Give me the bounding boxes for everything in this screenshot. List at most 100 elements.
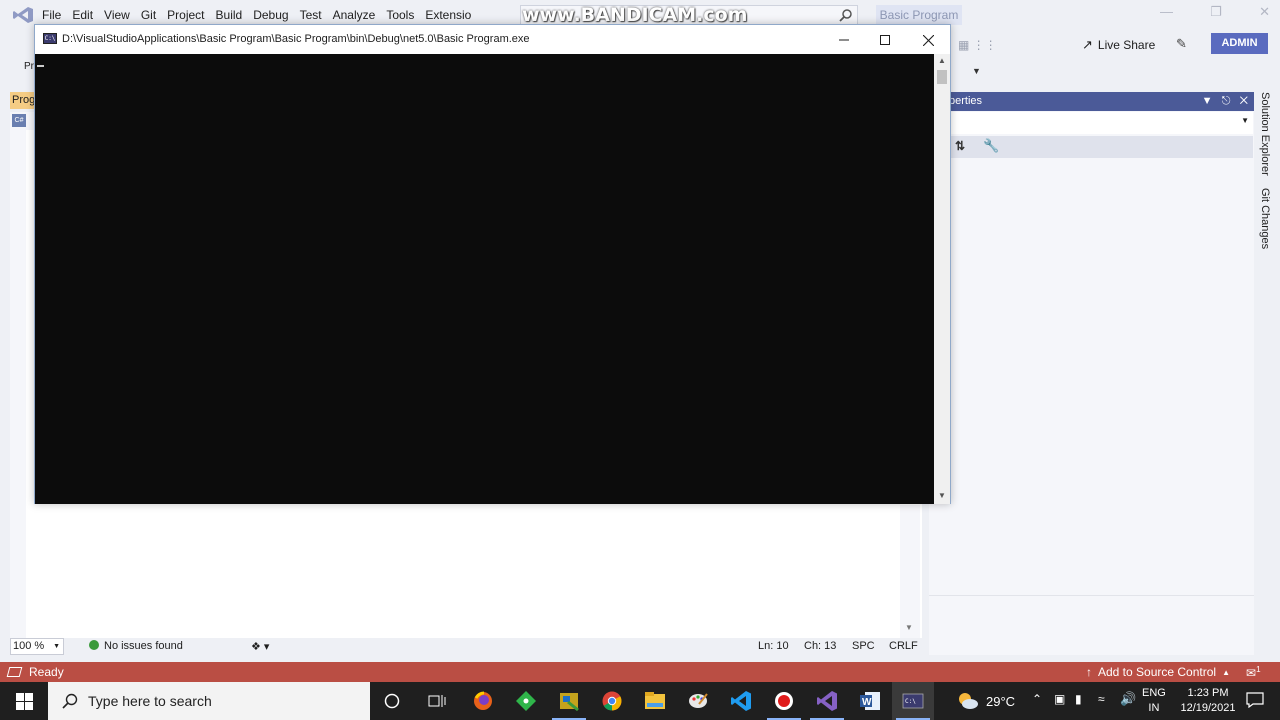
action-center-icon[interactable]	[1246, 692, 1264, 708]
cortana-icon	[384, 693, 400, 709]
svg-text:W: W	[862, 697, 872, 708]
vs-restore-icon[interactable]: ❐	[1210, 4, 1222, 26]
taskbar-file-explorer[interactable]	[634, 682, 676, 720]
menu-extensions[interactable]: Extensio	[425, 8, 482, 22]
menu-project[interactable]: Project	[167, 8, 215, 22]
minimize-icon	[839, 39, 849, 41]
zoom-value: 100 %	[13, 640, 45, 652]
panel-dropdown-icon[interactable]: ▼	[1202, 95, 1213, 107]
caret-up-icon: ▲	[1222, 667, 1230, 677]
editor-vertical-scrollbar[interactable]: ▼	[900, 505, 920, 638]
start-button[interactable]	[0, 682, 48, 720]
properties-panel: perties ▼ ⎋ ✕ ▼ ⇅ 🔧	[929, 92, 1254, 655]
word-icon: W	[860, 692, 880, 710]
vs-window-controls: — ❐ ✕	[1160, 4, 1270, 26]
document-tab[interactable]: Prog	[10, 92, 36, 109]
vs-minimize-icon[interactable]: —	[1160, 4, 1173, 26]
input-language[interactable]: ENG IN	[1142, 686, 1166, 716]
search-icon[interactable]	[838, 8, 854, 24]
menu-test[interactable]: Test	[300, 8, 333, 22]
taskbar-visual-studio[interactable]	[806, 682, 848, 720]
close-icon	[922, 34, 934, 46]
account-badge[interactable]: ADMIN	[1211, 33, 1268, 54]
console-output[interactable]	[35, 54, 934, 504]
line-ending[interactable]: CRLF	[889, 640, 918, 652]
scroll-up-icon[interactable]: ▲	[938, 56, 946, 65]
menu-tools[interactable]: Tools	[386, 8, 425, 22]
indentation-mode[interactable]: SPC	[852, 640, 875, 652]
console-scroll-thumb[interactable]	[937, 70, 947, 84]
notifications-icon[interactable]: ✉1	[1246, 665, 1264, 680]
console-vertical-scrollbar[interactable]: ▲ ▼	[934, 54, 950, 504]
file-explorer-icon	[645, 692, 665, 709]
scroll-down-icon[interactable]: ▼	[938, 491, 946, 500]
console-close-button[interactable]	[908, 29, 948, 51]
live-share-button[interactable]: ↗ Live Share	[1082, 35, 1155, 55]
battery-icon[interactable]: ▮	[1075, 692, 1082, 706]
panel-close-icon[interactable]: ✕	[1240, 95, 1248, 107]
taskbar-bandicam[interactable]	[763, 682, 805, 720]
menu-view[interactable]: View	[104, 8, 141, 22]
zoom-select[interactable]: 100 % ▼	[10, 638, 64, 655]
toolbar-config-icon[interactable]: ▦ ⋮⋮	[958, 38, 997, 52]
menu-file[interactable]: File	[42, 8, 72, 22]
taskbar-filezilla[interactable]	[548, 682, 590, 720]
vs-status-bar: Ready ↑ Add to Source Control ▲ ✉1	[0, 662, 1280, 682]
live-share-icon: ↗	[1082, 37, 1093, 52]
taskbar: Type here to search W C:\ 29°C ⌃ ▣ ▮ ≈ 🔊…	[0, 682, 1280, 720]
taskbar-paint[interactable]	[677, 682, 719, 720]
menu-git[interactable]: Git	[141, 8, 167, 22]
taskbar-word[interactable]: W	[849, 682, 891, 720]
wrench-icon[interactable]: 🔧	[983, 138, 999, 154]
clock[interactable]: 1:23 PM 12/19/2021	[1180, 686, 1236, 716]
tray-overflow-icon[interactable]: ⌃	[1032, 692, 1042, 706]
taskbar-search[interactable]: Type here to search	[48, 682, 370, 720]
tab-solution-explorer[interactable]: Solution Explorer	[1259, 92, 1271, 176]
weather-partly-cloudy-icon	[959, 693, 978, 709]
menu-edit[interactable]: Edit	[72, 8, 104, 22]
taskbar-cortana[interactable]	[371, 682, 413, 720]
clock-date: 12/19/2021	[1180, 702, 1236, 714]
taskbar-git[interactable]	[505, 682, 547, 720]
status-ready: Ready	[29, 665, 64, 679]
taskbar-firefox[interactable]	[462, 682, 504, 720]
properties-object-select[interactable]: ▼	[949, 112, 1253, 134]
menu-debug[interactable]: Debug	[253, 8, 299, 22]
line-number[interactable]: Ln: 10	[758, 640, 789, 652]
console-cursor	[37, 65, 44, 67]
description-separator	[929, 595, 1254, 596]
menu-analyze[interactable]: Analyze	[333, 8, 387, 22]
console-minimize-button[interactable]	[824, 29, 864, 51]
toolbar-dropdown-icon[interactable]: ▼	[972, 66, 981, 76]
meet-now-icon[interactable]: ▣	[1054, 692, 1065, 706]
volume-icon[interactable]: 🔊	[1120, 691, 1136, 707]
paint-icon	[689, 693, 708, 708]
tab-git-changes[interactable]: Git Changes	[1259, 188, 1271, 249]
pin-icon[interactable]: ⎋	[1222, 95, 1231, 107]
console-maximize-button[interactable]	[865, 29, 905, 51]
feedback-icon[interactable]: ✎	[1176, 36, 1187, 52]
taskbar-search-placeholder: Type here to search	[88, 693, 212, 709]
menu-build[interactable]: Build	[216, 8, 254, 22]
taskbar-chrome[interactable]	[591, 682, 633, 720]
taskbar-task-view[interactable]	[416, 682, 458, 720]
wifi-icon[interactable]: ≈	[1098, 692, 1105, 706]
console-window: C:\ D:\VisualStudioApplications\Basic Pr…	[34, 24, 951, 504]
chrome-icon	[602, 691, 622, 711]
taskbar-vscode[interactable]	[720, 682, 762, 720]
sort-alphabetical-icon[interactable]: ⇅	[955, 139, 965, 153]
firefox-icon	[474, 691, 492, 710]
code-cleanup-icon[interactable]: ❖ ▾	[251, 640, 269, 653]
editor-navigation-bar[interactable]: C#	[10, 112, 36, 130]
windows-logo-icon	[15, 692, 33, 710]
console-titlebar[interactable]: C:\ D:\VisualStudioApplications\Basic Pr…	[35, 25, 950, 54]
issues-indicator[interactable]: No issues found	[89, 640, 183, 652]
vs-close-icon[interactable]: ✕	[1259, 4, 1270, 26]
add-to-source-control-button[interactable]: ↑ Add to Source Control ▲	[1086, 665, 1230, 679]
taskbar-console[interactable]: C:\	[892, 682, 934, 720]
properties-title: perties	[949, 95, 983, 107]
weather-widget[interactable]: 29°C	[956, 682, 1015, 720]
scroll-down-icon[interactable]: ▼	[905, 623, 913, 632]
column-number[interactable]: Ch: 13	[804, 640, 836, 652]
svg-text:C:\: C:\	[905, 698, 916, 705]
